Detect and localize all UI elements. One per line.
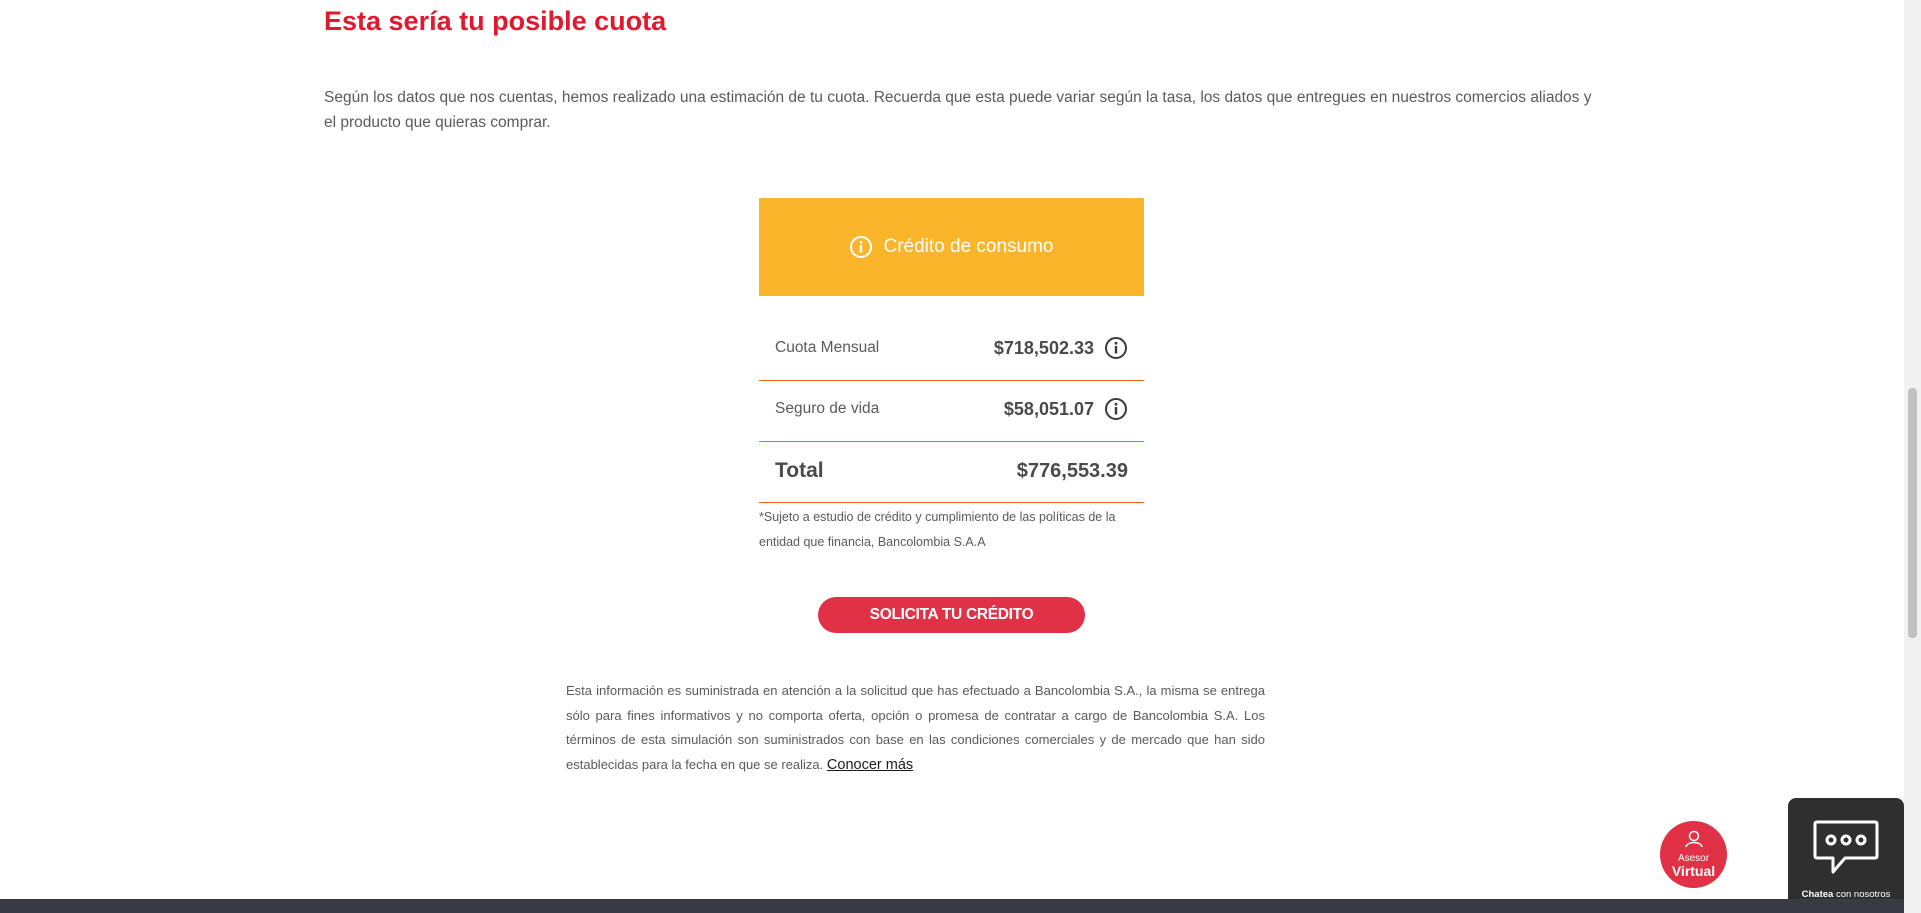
advisor-label-bottom: Virtual <box>1671 863 1716 879</box>
row-value: $58,051.07 <box>1003 398 1094 419</box>
row-label: Seguro de vida <box>775 400 880 417</box>
row-life-insurance: Seguro de vida $58,051.07 <box>759 381 1144 437</box>
scrollbar[interactable] <box>1904 0 1921 913</box>
chat-label-bold: Chatea <box>1801 889 1834 900</box>
scrollbar-thumb[interactable] <box>1908 388 1917 638</box>
legal-notice: Esta información es suministrada en aten… <box>566 679 1265 777</box>
footer-bar <box>0 899 1904 913</box>
chat-widget[interactable]: Chatea con nosotros <box>1788 798 1904 900</box>
chat-label-rest: con nosotros <box>1835 889 1891 900</box>
row-divider <box>759 441 1144 442</box>
total-label: Total <box>775 459 824 482</box>
page-title: Esta sería tu posible cuota <box>324 6 667 36</box>
learn-more-link[interactable]: Conocer más <box>827 757 913 773</box>
row-divider <box>759 502 1144 503</box>
row-value: $718,502.33 <box>993 337 1094 358</box>
legal-text: Esta información es suministrada en aten… <box>566 683 1265 772</box>
avatar-icon <box>1684 830 1704 853</box>
info-icon[interactable] <box>1104 336 1128 360</box>
chat-label: Chatea con nosotros <box>1802 889 1891 900</box>
info-icon[interactable] <box>1104 397 1128 421</box>
row-total: Total $776,553.39 <box>759 443 1144 499</box>
total-value: $776,553.39 <box>1016 459 1128 482</box>
virtual-advisor-button[interactable]: Asesor Virtual <box>1660 821 1727 888</box>
chat-bubble-icon <box>1811 818 1881 881</box>
apply-credit-button[interactable]: SOLICITA TU CRÉDITO <box>818 597 1085 633</box>
card-disclaimer: *Sujeto a estudio de crédito y cumplimie… <box>759 510 1116 549</box>
row-monthly-fee: Cuota Mensual $718,502.33 <box>759 320 1144 376</box>
row-label: Cuota Mensual <box>775 339 880 356</box>
